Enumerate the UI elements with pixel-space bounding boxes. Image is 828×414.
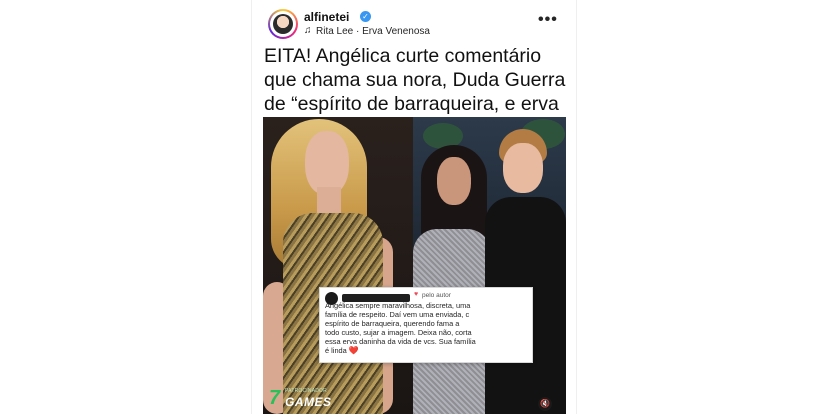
photo-left-panel xyxy=(263,117,413,414)
face-shape xyxy=(437,157,471,205)
username[interactable]: alfinetei xyxy=(304,10,349,24)
logo-number: 7 xyxy=(269,387,281,409)
red-heart-emoji-icon: ❤️ xyxy=(348,345,359,355)
comment-screenshot-card: ♥ pelo autor Angélica sempre maravilhosa… xyxy=(319,287,533,363)
7games-logo: 7 PATROCINADOR GAMES xyxy=(269,387,335,411)
music-note-icon: ♫ xyxy=(304,25,312,36)
liked-heart-icon: ♥ xyxy=(414,291,419,298)
post-image[interactable]: ♥ pelo autor Angélica sempre maravilhosa… xyxy=(263,117,566,414)
more-options-icon[interactable]: ••• xyxy=(538,11,558,29)
avatar-image xyxy=(273,14,293,34)
audio-track-link[interactable]: Rita Lee · Erva Venenosa xyxy=(316,26,430,37)
mute-toggle-icon[interactable]: 🔇 xyxy=(538,397,552,411)
logo-brand-text: GAMES xyxy=(285,395,332,409)
face-shape xyxy=(503,143,543,193)
comment-text: Angélica sempre maravilhosa, discreta, u… xyxy=(325,301,528,355)
avatar[interactable] xyxy=(268,9,298,39)
liked-by-author-label: pelo autor xyxy=(422,292,451,299)
logo-subtext: PATROCINADOR xyxy=(285,388,327,394)
face-shape xyxy=(305,131,349,195)
verified-badge-icon: ✓ xyxy=(360,11,371,22)
photo-right-panel xyxy=(413,117,566,414)
post-header: alfinetei ✓ ♫ Rita Lee · Erva Venenosa •… xyxy=(266,9,566,43)
instagram-post: alfinetei ✓ ♫ Rita Lee · Erva Venenosa •… xyxy=(252,0,576,414)
comment-body: Angélica sempre maravilhosa, discreta, u… xyxy=(325,301,476,355)
